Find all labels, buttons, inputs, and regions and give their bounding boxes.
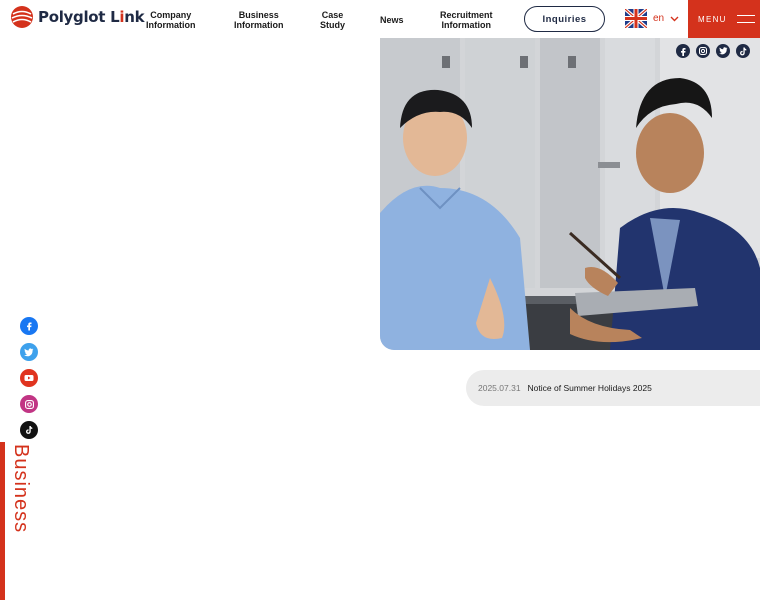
inquiries-button[interactable]: Inquiries <box>524 6 605 32</box>
uk-flag-icon <box>625 9 647 28</box>
news-date: 2025.07.31 <box>478 383 521 393</box>
instagram-icon[interactable] <box>696 44 710 58</box>
chevron-down-icon <box>670 16 679 21</box>
youtube-icon[interactable] <box>20 369 38 387</box>
social-top <box>676 44 750 58</box>
nav-news[interactable]: News <box>380 15 404 25</box>
hero-photo-illustration <box>380 38 760 350</box>
logo-globe-icon <box>11 6 33 28</box>
twitter-icon[interactable] <box>20 343 38 361</box>
nav-company-information[interactable]: Company Information <box>146 10 196 30</box>
instagram-icon[interactable] <box>20 395 38 413</box>
hamburger-icon <box>736 15 755 23</box>
logo-text: Polyglot Link <box>38 8 145 26</box>
menu-button[interactable]: MENU <box>688 0 760 38</box>
facebook-icon[interactable] <box>20 317 38 335</box>
facebook-icon[interactable] <box>676 44 690 58</box>
nav-case-study[interactable]: Case Study <box>320 10 345 30</box>
site-header: Polyglot Link Company Information Busine… <box>0 0 760 38</box>
nav-business-information[interactable]: Business Information <box>234 10 284 30</box>
site-logo[interactable]: Polyglot Link <box>10 5 145 29</box>
news-ticker[interactable]: 2025.07.31 Notice of Summer Holidays 202… <box>466 370 760 406</box>
language-selector[interactable]: en <box>625 9 679 28</box>
language-label: en <box>653 13 665 24</box>
section-label-business: Business <box>10 444 32 534</box>
menu-label: MENU <box>698 14 727 24</box>
hero-image <box>380 38 760 350</box>
nav-recruitment-information[interactable]: Recruitment Information <box>440 10 493 30</box>
news-title[interactable]: Notice of Summer Holidays 2025 <box>528 383 652 393</box>
tiktok-icon[interactable] <box>20 421 38 439</box>
side-accent-bar <box>0 442 5 600</box>
tiktok-icon[interactable] <box>736 44 750 58</box>
twitter-icon[interactable] <box>716 44 730 58</box>
social-left <box>20 317 38 439</box>
